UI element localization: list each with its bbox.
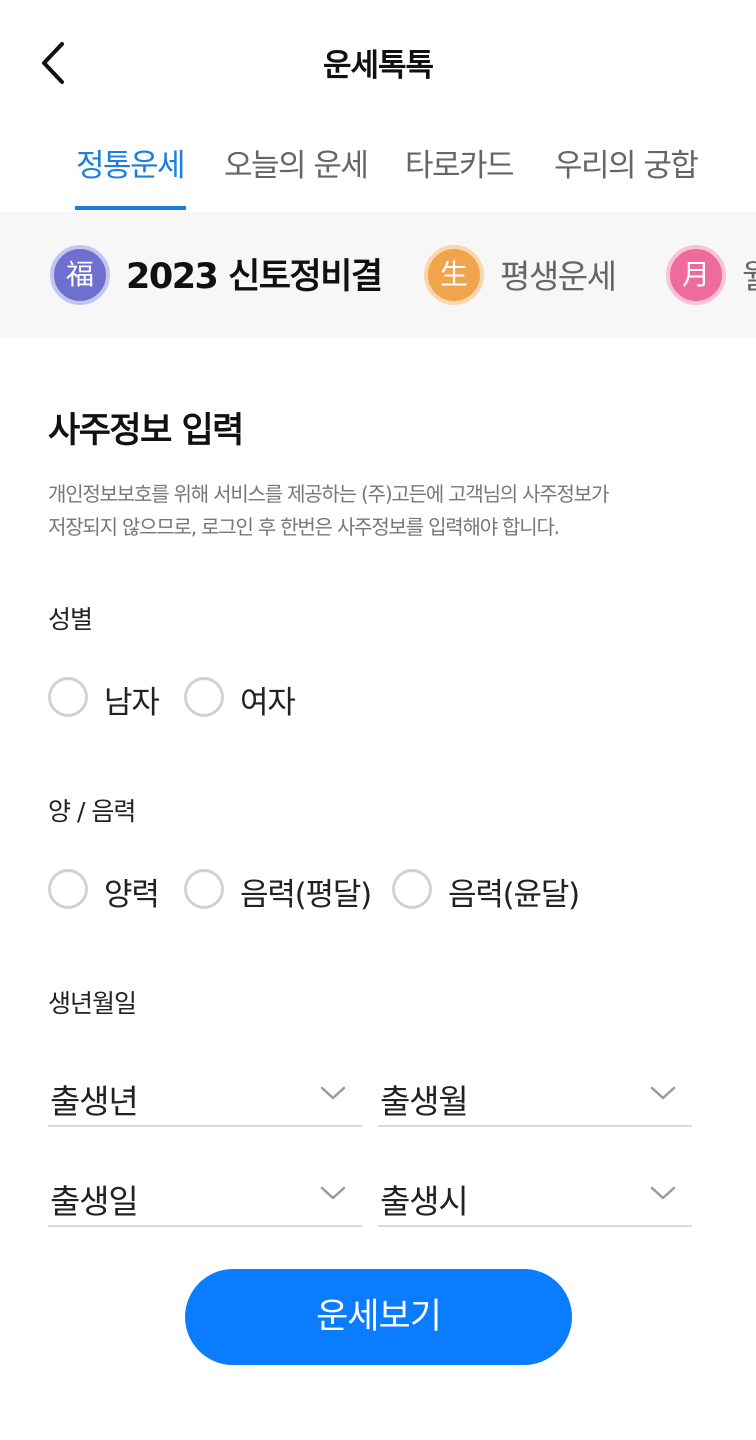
radio-label: 양력	[104, 877, 160, 913]
bok-badge-icon: 福	[50, 245, 110, 305]
category-2023-tojeong[interactable]: 福 2023 신토정비결	[50, 212, 383, 338]
gender-label: 성별	[48, 605, 93, 634]
select-value: 출생시	[380, 1182, 469, 1221]
wol-badge-icon: 月	[666, 245, 726, 305]
radio-label: 남자	[104, 685, 160, 721]
description-line: 개인정보보호를 위해 서비스를 제공하는 (주)고든에 고객님의 사주정보가	[48, 482, 609, 506]
birth-day-select[interactable]: 출생일	[48, 1159, 362, 1227]
tab-bar: 정통운세 오늘의 운세 타로카드 우리의 궁합	[0, 120, 756, 212]
radio-circle-icon	[184, 677, 224, 717]
fortune-category-strip[interactable]: 福 2023 신토정비결 生 평생운세 月 월	[0, 212, 756, 338]
radio-label: 음력(윤달)	[448, 877, 580, 913]
select-value: 출생일	[50, 1182, 139, 1221]
birth-year-select[interactable]: 출생년	[48, 1059, 362, 1127]
page-title: 운세톡톡	[322, 48, 434, 84]
tab-traditional-fortune[interactable]: 정통운세	[76, 140, 186, 185]
gender-female-radio[interactable]: 여자	[184, 675, 304, 721]
chevron-down-icon	[320, 1086, 346, 1100]
category-lifetime-fortune[interactable]: 生 평생운세	[424, 212, 624, 338]
view-fortune-button[interactable]: 운세보기	[185, 1269, 572, 1365]
birth-date-label: 생년월일	[48, 989, 137, 1018]
gender-male-radio[interactable]: 남자	[48, 675, 168, 721]
radio-circle-icon	[48, 869, 88, 909]
tab-today-fortune[interactable]: 오늘의 운세	[224, 140, 369, 185]
form-description: 개인정보보호를 위해 서비스를 제공하는 (주)고든에 고객님의 사주정보가 저…	[48, 478, 728, 544]
radio-circle-icon	[48, 677, 88, 717]
chevron-down-icon	[650, 1186, 676, 1200]
radio-label: 여자	[240, 685, 296, 721]
active-tab-indicator	[75, 206, 186, 210]
category-monthly-fortune[interactable]: 月 월	[666, 212, 756, 338]
description-line: 저장되지 않으므로, 로그인 후 한번은 사주정보를 입력해야 합니다.	[48, 515, 560, 539]
tab-tarot-card[interactable]: 타로카드	[405, 140, 515, 185]
tab-our-compatibility[interactable]: 우리의 궁합	[554, 140, 699, 185]
radio-label: 음력(평달)	[240, 877, 372, 913]
form-title: 사주정보 입력	[48, 411, 244, 451]
category-label: 2023 신토정비결	[126, 257, 383, 297]
birth-hour-select[interactable]: 출생시	[378, 1159, 692, 1227]
lunar-leap-radio[interactable]: 음력(윤달)	[392, 867, 582, 913]
select-value: 출생월	[380, 1082, 469, 1121]
category-label: 평생운세	[500, 257, 617, 296]
category-label: 월	[742, 250, 756, 298]
lunar-normal-radio[interactable]: 음력(평달)	[184, 867, 374, 913]
chevron-down-icon	[650, 1086, 676, 1100]
saeng-badge-icon: 生	[424, 245, 484, 305]
chevron-down-icon	[320, 1186, 346, 1200]
radio-circle-icon	[184, 869, 224, 909]
calendar-type-label: 양 / 음력	[48, 797, 136, 826]
birth-month-select[interactable]: 출생월	[378, 1059, 692, 1127]
select-value: 출생년	[50, 1082, 139, 1121]
radio-circle-icon	[392, 869, 432, 909]
solar-calendar-radio[interactable]: 양력	[48, 867, 168, 913]
app-header: 운세톡톡	[0, 0, 756, 120]
